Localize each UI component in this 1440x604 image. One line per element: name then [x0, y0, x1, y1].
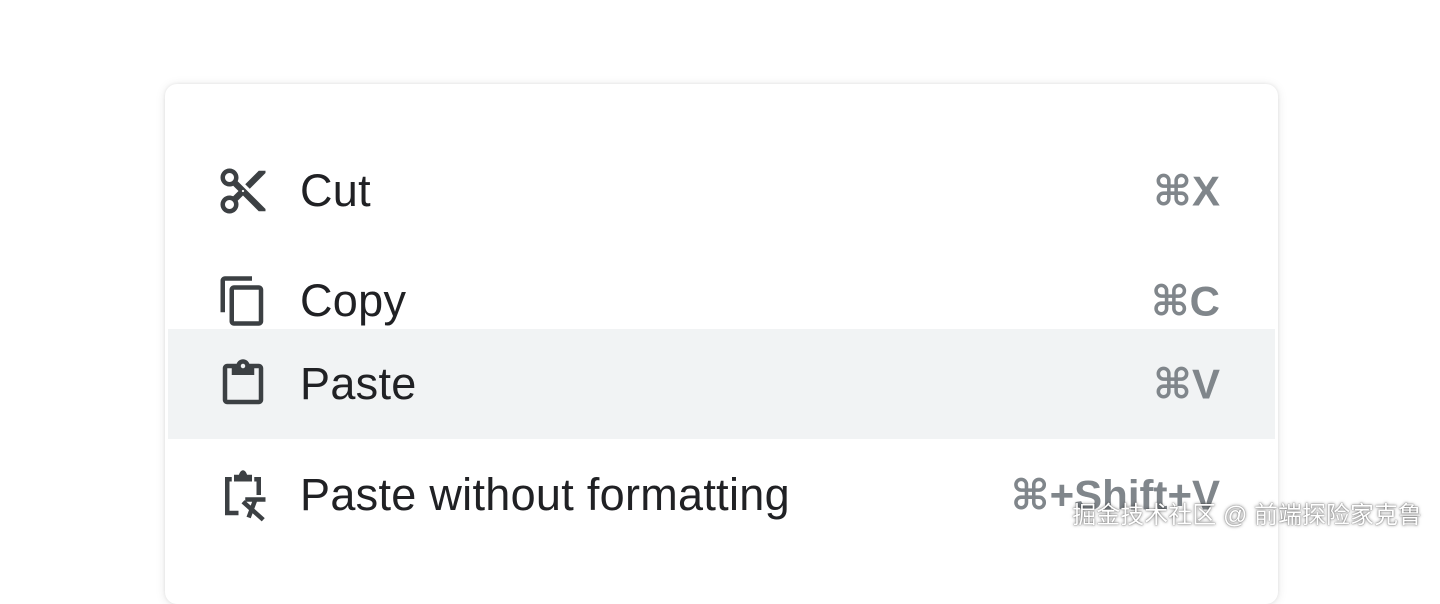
- scissors-icon: [216, 164, 270, 218]
- menu-item-label: Copy: [300, 275, 406, 327]
- menu-item-cut[interactable]: Cut ⌘X: [168, 136, 1275, 246]
- clipboard-clear-format-icon: [216, 468, 270, 522]
- menu-item-shortcut: ⌘C: [1151, 277, 1220, 326]
- watermark: 掘金技术社区 @ 前端探险家克鲁: [1072, 495, 1422, 530]
- menu-item-shortcut: ⌘X: [1153, 167, 1220, 216]
- menu-item-shortcut: ⌘V: [1153, 360, 1220, 409]
- menu-item-label: Cut: [300, 165, 371, 217]
- menu-item-label: Paste without formatting: [300, 469, 790, 521]
- copy-icon: [216, 274, 270, 328]
- menu-item-paste[interactable]: Paste ⌘V: [168, 329, 1275, 439]
- clipboard-icon: [216, 357, 270, 411]
- menu-item-label: Paste: [300, 358, 417, 410]
